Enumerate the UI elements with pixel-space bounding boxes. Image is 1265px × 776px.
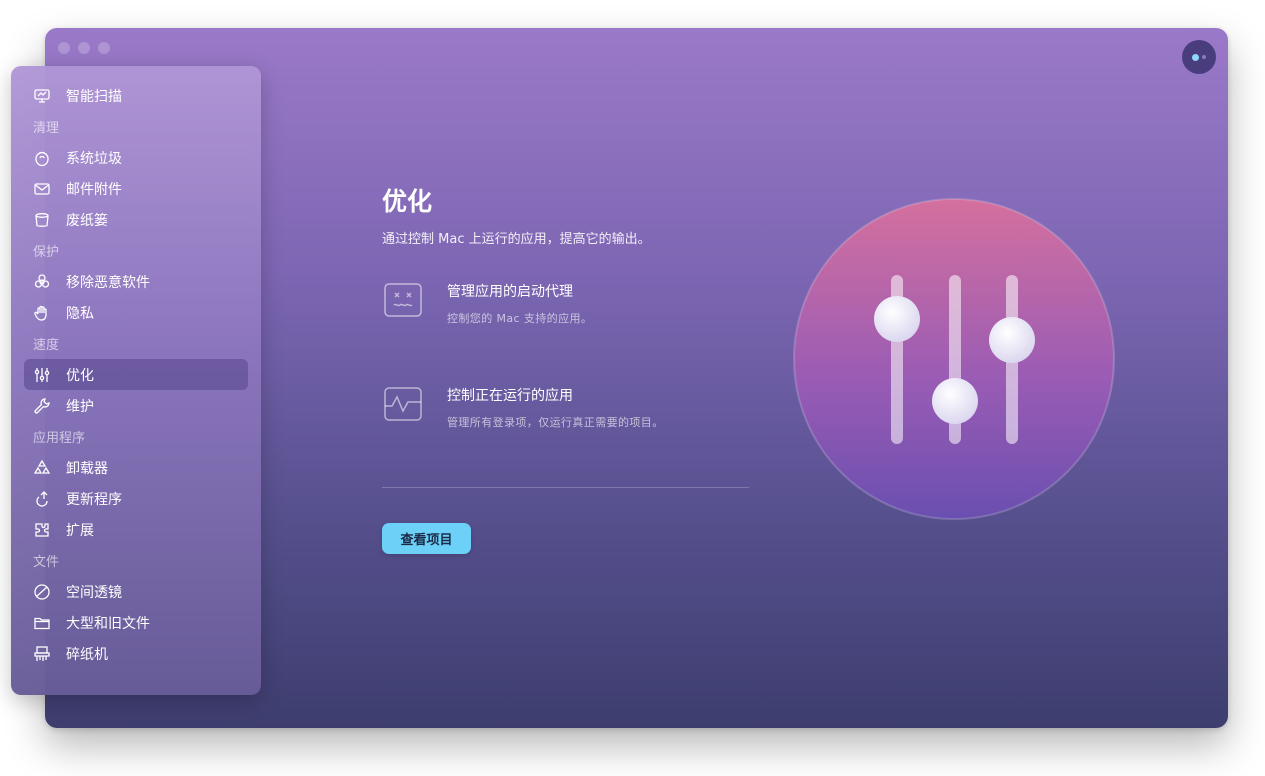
page-title: 优化	[382, 187, 433, 216]
sidebar-item-extensions[interactable]: 扩展	[24, 514, 248, 545]
sidebar-item-label: 邮件附件	[66, 181, 122, 198]
sidebar-item-label: 卸载器	[66, 460, 108, 477]
monitor-icon	[33, 87, 51, 105]
updater-icon	[33, 490, 51, 508]
hand-icon	[33, 304, 51, 322]
sidebar-item-label: 大型和旧文件	[66, 615, 150, 632]
system-junk-icon	[33, 149, 51, 167]
sidebar-item-label: 系统垃圾	[66, 150, 122, 167]
launch-agent-icon	[384, 283, 422, 317]
feature-title: 控制正在运行的应用	[447, 388, 573, 404]
sidebar-item-label: 碎纸机	[66, 646, 108, 663]
extensions-icon	[33, 521, 51, 539]
shredder-icon	[33, 645, 51, 663]
section-label-protect: 保护	[33, 245, 60, 260]
biohazard-icon	[33, 273, 51, 291]
space-lens-icon	[33, 583, 51, 601]
feature-running-apps: 控制正在运行的应用 管理所有登录项，仅运行真正需要的项目。	[382, 384, 664, 430]
section-label-files: 文件	[33, 555, 60, 570]
sidebar: 智能扫描 清理 系统垃圾 邮件附件 废纸篓 保护 移除恶意软件 隐私 速度 优化…	[11, 66, 261, 695]
sidebar-item-label: 智能扫描	[66, 88, 122, 105]
sidebar-item-label: 扩展	[66, 522, 94, 539]
sidebar-item-label: 优化	[66, 367, 94, 384]
folder-icon	[33, 614, 51, 632]
wrench-icon	[33, 397, 51, 415]
sidebar-item-system-junk[interactable]: 系统垃圾	[24, 142, 248, 173]
feature-title: 管理应用的启动代理	[447, 284, 573, 300]
window-controls	[58, 42, 110, 54]
optimization-hero-icon	[793, 198, 1115, 520]
trash-icon	[33, 211, 51, 229]
section-label-speed: 速度	[33, 338, 60, 353]
sidebar-item-label: 空间透镜	[66, 584, 122, 601]
divider	[382, 487, 749, 488]
feature-launch-agents: 管理应用的启动代理 控制您的 Mac 支持的应用。	[382, 280, 592, 326]
section-label-clean: 清理	[33, 121, 60, 136]
sidebar-item-mail-attachments[interactable]: 邮件附件	[24, 173, 248, 204]
running-apps-icon	[384, 387, 422, 421]
sidebar-item-label: 隐私	[66, 305, 94, 322]
zoom-window-button[interactable]	[98, 42, 110, 54]
sidebar-item-large-old-files[interactable]: 大型和旧文件	[24, 607, 248, 638]
mail-icon	[33, 180, 51, 198]
sidebar-item-label: 更新程序	[66, 491, 122, 508]
uninstaller-icon	[33, 459, 51, 477]
sidebar-item-optimization[interactable]: 优化	[24, 359, 248, 390]
page-subtitle: 通过控制 Mac 上运行的应用，提高它的输出。	[382, 232, 651, 247]
sidebar-item-smart-scan[interactable]: 智能扫描	[24, 80, 248, 111]
sliders-icon	[33, 366, 51, 384]
sidebar-item-label: 移除恶意软件	[66, 274, 150, 291]
sidebar-item-uninstaller[interactable]: 卸载器	[24, 452, 248, 483]
close-window-button[interactable]	[58, 42, 70, 54]
sidebar-item-updater[interactable]: 更新程序	[24, 483, 248, 514]
sidebar-item-maintenance[interactable]: 维护	[24, 390, 248, 421]
sidebar-item-malware-removal[interactable]: 移除恶意软件	[24, 266, 248, 297]
minimize-window-button[interactable]	[78, 42, 90, 54]
sidebar-item-label: 废纸篓	[66, 212, 108, 229]
view-items-button[interactable]: 查看项目	[382, 523, 471, 554]
sidebar-item-shredder[interactable]: 碎纸机	[24, 638, 248, 669]
section-label-applications: 应用程序	[33, 431, 86, 446]
assistant-dot-small-icon	[1202, 55, 1206, 59]
sidebar-item-label: 维护	[66, 398, 94, 415]
feature-description: 控制您的 Mac 支持的应用。	[447, 312, 593, 325]
sidebar-item-privacy[interactable]: 隐私	[24, 297, 248, 328]
assistant-button[interactable]	[1182, 40, 1216, 74]
sidebar-item-trash[interactable]: 废纸篓	[24, 204, 248, 235]
feature-description: 管理所有登录项，仅运行真正需要的项目。	[447, 416, 664, 429]
sidebar-item-space-lens[interactable]: 空间透镜	[24, 576, 248, 607]
assistant-dot-icon	[1192, 53, 1199, 61]
